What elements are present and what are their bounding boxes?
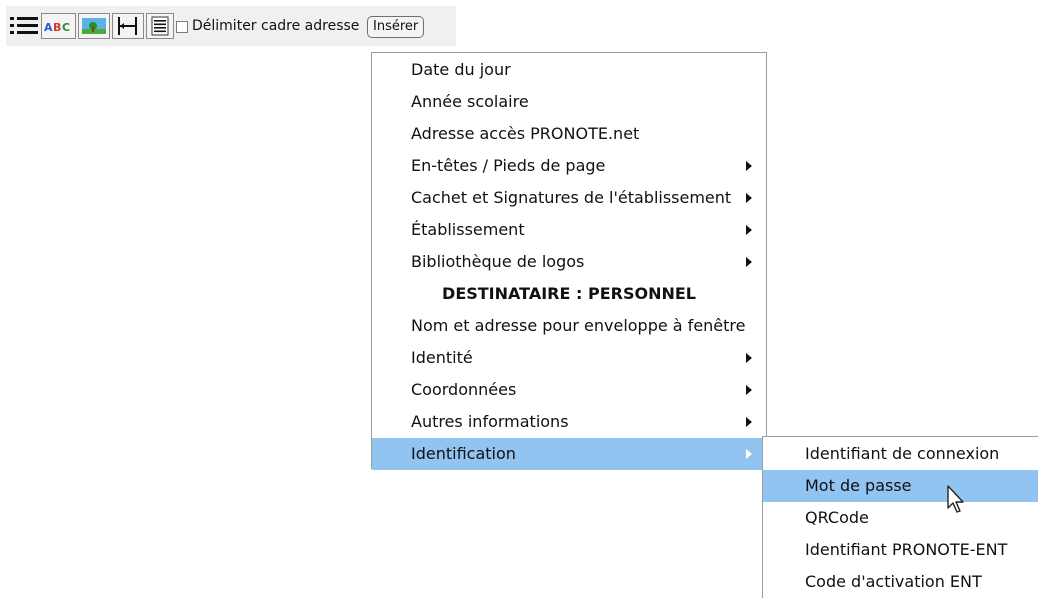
submenu-arrow-icon [746, 225, 752, 235]
menu-section-destinataire: DESTINATAIRE : PERSONNEL [372, 278, 766, 310]
menu-item-nom-adresse-enveloppe[interactable]: Nom et adresse pour enveloppe à fenêtre [372, 310, 766, 342]
menu-item-label: Établissement [411, 220, 525, 239]
image-icon[interactable] [78, 13, 110, 39]
svg-text:C: C [62, 21, 70, 34]
submenu-item-code-activation-ent[interactable]: Code d'activation ENT [763, 566, 1038, 598]
submenu-arrow-icon [746, 257, 752, 267]
menu-item-label: Bibliothèque de logos [411, 252, 585, 271]
list-icon[interactable] [8, 13, 40, 39]
text-block-icon[interactable] [146, 13, 174, 39]
menu-item-coordonnees[interactable]: Coordonnées [372, 374, 766, 406]
svg-text:B: B [53, 21, 61, 34]
column-icon[interactable] [112, 13, 144, 39]
menu-item-adresse-pronote[interactable]: Adresse accès PRONOTE.net [372, 118, 766, 150]
menu-item-label: Coordonnées [411, 380, 517, 399]
submenu-arrow-icon [746, 385, 752, 395]
submenu-arrow-icon [746, 353, 752, 363]
abc-spellcheck-icon[interactable]: A B C [41, 13, 76, 39]
menu-item-label: En-têtes / Pieds de page [411, 156, 606, 175]
editor-toolbar: A B C Délimiter cadre adresse Insérer [6, 6, 456, 46]
menu-item-bibliotheque-logos[interactable]: Bibliothèque de logos [372, 246, 766, 278]
menu-item-label: Identification [411, 444, 516, 463]
svg-text:A: A [44, 21, 53, 34]
submenu-item-label: Code d'activation ENT [805, 572, 982, 591]
menu-item-label: Nom et adresse pour enveloppe à fenêtre [411, 316, 746, 335]
submenu-arrow-icon [746, 449, 752, 459]
menu-item-identite[interactable]: Identité [372, 342, 766, 374]
menu-item-identification[interactable]: Identification [372, 438, 766, 470]
submenu-item-qrcode[interactable]: QRCode [763, 502, 1038, 534]
submenu-item-label: Identifiant de connexion [805, 444, 1000, 463]
menu-item-cachet-signatures[interactable]: Cachet et Signatures de l'établissement [372, 182, 766, 214]
submenu-arrow-icon [746, 417, 752, 427]
menu-item-label: Date du jour [411, 60, 511, 79]
submenu-arrow-icon [746, 193, 752, 203]
menu-section-label: DESTINATAIRE : PERSONNEL [442, 284, 696, 303]
menu-item-date-du-jour[interactable]: Date du jour [372, 54, 766, 86]
menu-item-annee-scolaire[interactable]: Année scolaire [372, 86, 766, 118]
submenu-item-label: QRCode [805, 508, 869, 527]
submenu-item-identifiant-connexion[interactable]: Identifiant de connexion [763, 438, 1038, 470]
submenu-arrow-icon [746, 161, 752, 171]
menu-item-autres-informations[interactable]: Autres informations [372, 406, 766, 438]
submenu-item-identifiant-pronote-ent[interactable]: Identifiant PRONOTE-ENT [763, 534, 1038, 566]
menu-item-en-tetes[interactable]: En-têtes / Pieds de page [372, 150, 766, 182]
delimit-address-label: Délimiter cadre adresse [192, 18, 360, 34]
insert-button[interactable]: Insérer [367, 16, 425, 38]
menu-item-label: Adresse accès PRONOTE.net [411, 124, 640, 143]
menu-item-label: Identité [411, 348, 473, 367]
menu-item-etablissement[interactable]: Établissement [372, 214, 766, 246]
submenu-item-mot-de-passe[interactable]: Mot de passe [763, 470, 1038, 502]
submenu-item-label: Identifiant PRONOTE-ENT [805, 540, 1008, 559]
identification-submenu: Identifiant de connexion Mot de passe QR… [762, 436, 1038, 598]
submenu-item-label: Mot de passe [805, 476, 912, 495]
insert-menu: Date du jour Année scolaire Adresse accè… [371, 52, 767, 470]
menu-item-label: Autres informations [411, 412, 569, 431]
menu-item-label: Cachet et Signatures de l'établissement [411, 188, 732, 207]
delimit-address-checkbox[interactable] [176, 21, 188, 33]
menu-item-label: Année scolaire [411, 92, 529, 111]
